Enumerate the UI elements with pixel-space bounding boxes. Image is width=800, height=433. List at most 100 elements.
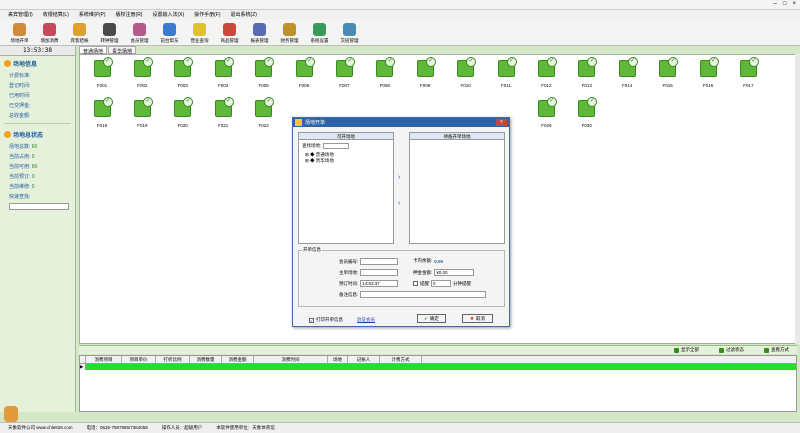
tab-normal-venue[interactable]: 普通场地 (79, 46, 108, 55)
info-icon (4, 60, 11, 67)
column-header[interactable]: 计费方式 (380, 356, 422, 363)
remind-minutes-input[interactable]: 0 (431, 280, 451, 287)
toolbar-button[interactable]: 宾客结帐 (66, 19, 93, 46)
toolbar-button[interactable]: 交班管理 (336, 19, 363, 46)
toolbar-button[interactable]: 商品管理 (216, 19, 243, 46)
menu-item[interactable]: 设置输入法(X) (152, 11, 184, 18)
toolbar-button[interactable]: 系统设置 (306, 19, 333, 46)
vertical-scrollbar[interactable] (795, 54, 800, 344)
venue-item[interactable]: F014 (610, 57, 644, 91)
menu-item[interactable]: 操作手册(F) (194, 11, 220, 18)
column-header[interactable]: 消费数量 (190, 356, 222, 363)
toolbar-button[interactable]: 前台帮东 (156, 19, 183, 46)
venue-item[interactable]: F017 (731, 57, 765, 91)
host-venue-input[interactable] (360, 269, 399, 276)
menu-item[interactable]: 系统维护(P) (79, 11, 106, 18)
status-text: 电话：0635-7987985/7364058 (86, 425, 148, 430)
venue-label: F022 (258, 123, 269, 128)
print-checkbox[interactable]: ✓ (309, 317, 314, 323)
venue-label: F021 (218, 123, 229, 128)
venue-item[interactable]: F030 (570, 97, 604, 131)
venue-item[interactable]: F010 (449, 57, 483, 91)
menu-item[interactable]: 收银结算(L) (43, 11, 69, 18)
toolbar-button[interactable]: 会员管理 (126, 19, 153, 46)
venue-item[interactable]: F009 (408, 57, 442, 91)
dialog-close-button[interactable]: × (496, 119, 507, 126)
remark-input[interactable] (360, 291, 487, 298)
toolbar-button[interactable]: 场地开单 (6, 19, 33, 46)
venue-item[interactable]: F003 (166, 57, 200, 91)
menu-item[interactable]: 来宾管理(I) (8, 11, 33, 18)
member-no-input[interactable] (360, 258, 399, 265)
venue-item[interactable]: F002 (125, 57, 159, 91)
column-header[interactable]: 消费金额 (222, 356, 254, 363)
toolbar-button[interactable]: 增加消费 (36, 19, 63, 46)
venue-item[interactable]: F019 (125, 97, 159, 131)
cancel-button[interactable]: ✖ 取消 (462, 314, 493, 323)
venue-label: F016 (702, 83, 714, 88)
venue-info-line: 总收金额: (9, 113, 31, 119)
add-arrow-icon[interactable]: › (398, 174, 400, 181)
remind-checkbox[interactable] (413, 281, 418, 286)
venue-item[interactable]: F016 (691, 57, 725, 91)
maximize-icon[interactable]: □ (783, 1, 787, 7)
venue-item[interactable]: F020 (166, 97, 200, 131)
venue-item[interactable]: F005 (247, 57, 281, 91)
menu-item[interactable]: 版权注册(R) (116, 11, 143, 18)
column-header[interactable]: 消费项目 (86, 356, 122, 363)
toolbar-button[interactable]: 营业查询 (186, 19, 213, 46)
column-header[interactable]: 消费时间 (254, 356, 328, 363)
show-all-button[interactable]: 显示全部 (674, 347, 699, 353)
menu-item[interactable]: 退出系统(Z) (231, 11, 257, 18)
venue-label: F019 (137, 123, 148, 128)
venue-item[interactable]: F021 (206, 97, 240, 131)
filter-status-button[interactable]: 过滤状态 (719, 347, 744, 353)
tab-vip-venue[interactable]: 贵华场地 (108, 46, 137, 55)
venue-item[interactable]: F008 (368, 57, 402, 91)
open-venue-dialog: 场地开单 × 可开场地 查找场地: ⊞ ◆ 普通场地 ⊞ ◆ 贵华场地 › ‹ … (292, 117, 510, 327)
verify-member-link[interactable]: 验证会员 (357, 317, 375, 323)
venue-item[interactable]: F004 (206, 57, 240, 91)
remind-row: 提醒 0 分钟提醒 (413, 280, 471, 287)
toolbar-button[interactable]: 报表管理 (246, 19, 273, 46)
deposit-input[interactable]: ¥0.00 (434, 269, 475, 276)
status-line: 场地总数: 60 (0, 141, 75, 151)
quick-search-input[interactable] (9, 203, 69, 210)
verify-member-link-wrap: 验证会员 (357, 317, 375, 323)
show-all-icon (674, 347, 679, 353)
remove-arrow-icon[interactable]: ‹ (398, 200, 400, 207)
venue-item[interactable]: F018 (85, 97, 119, 131)
toolbar-button[interactable]: 财务管理 (276, 19, 303, 46)
card-balance-row: 卡内余额: 0.00 (413, 258, 443, 264)
find-venue-input[interactable] (323, 143, 350, 149)
venue-item[interactable]: F011 (489, 57, 523, 91)
venue-item[interactable]: F029 (529, 97, 563, 131)
venue-item[interactable]: F006 (287, 57, 321, 91)
print-row: ✓ 打印开单信息 (309, 317, 343, 323)
minimize-icon[interactable]: – (774, 1, 777, 7)
venue-item[interactable]: F001 (85, 57, 119, 91)
column-header[interactable]: 记帐人 (348, 356, 380, 363)
venue-item[interactable]: F012 (529, 57, 563, 91)
column-header[interactable]: 打折比例 (156, 356, 190, 363)
table-row[interactable]: ▶ (80, 364, 796, 370)
venue-available-icon (618, 57, 638, 77)
column-header[interactable]: 项目单价 (122, 356, 156, 363)
cancel-icon: ✖ (470, 315, 474, 321)
tree-node-vip[interactable]: ⊞ ◆ 贵华场地 (305, 158, 393, 164)
venue-available-icon (739, 57, 759, 77)
booking-time-input[interactable]: 14:53:37 (360, 280, 399, 287)
venue-item[interactable]: F013 (570, 57, 604, 91)
ok-button[interactable]: ✔ 确定 (417, 314, 446, 323)
left-info-panel: 13:53:38 场地信息 计费标准: 登记时间: 已用时间: 已交押金: 总收金额: … (0, 46, 76, 412)
venue-item[interactable]: F022 (247, 97, 281, 131)
venue-item[interactable]: F007 (327, 57, 361, 91)
venue-item[interactable]: F015 (651, 57, 685, 91)
view-mode-button[interactable]: 查看方式 (764, 347, 789, 353)
column-header[interactable]: 场地 (328, 356, 348, 363)
table-header: 消费项目 项目单价 打折比例 消费数量 消费金额 消费时间 场地 记帐人 计费方式 (80, 356, 796, 364)
venue-label: F011 (501, 83, 511, 88)
close-icon[interactable]: × (792, 1, 796, 7)
toolbar-button[interactable]: 转钟管理 (96, 19, 123, 46)
status-value: 0 (31, 154, 35, 160)
